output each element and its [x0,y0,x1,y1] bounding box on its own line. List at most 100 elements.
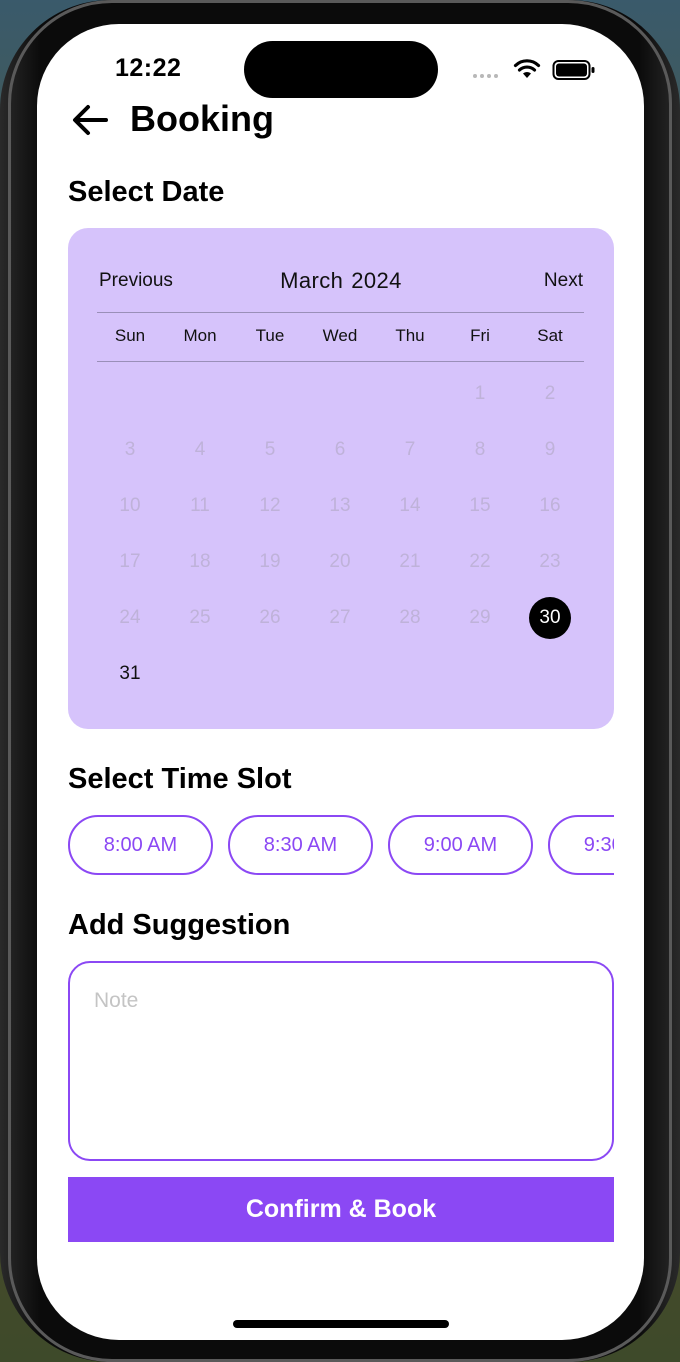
calendar-month-year: March 2024 [68,268,614,294]
weekday-label: Tue [255,326,285,345]
calendar-day: 15 [445,478,515,534]
calendar-day-number: 29 [469,607,491,628]
calendar-day: 20 [305,534,375,590]
calendar-day-number: 17 [119,551,141,572]
calendar-day: 12 [235,478,305,534]
calendar-day-number: 15 [469,495,491,516]
calendar-blank [305,366,375,422]
time-slot-list: 8:00 AM8:30 AM9:00 AM9:30 AM [68,815,614,877]
select-time-slot-heading: Select Time Slot [68,763,292,795]
calendar-day-number: 16 [539,495,561,516]
battery-icon [552,60,595,80]
calendar-day-number: 28 [399,607,421,628]
calendar-day-number: 20 [329,551,351,572]
calendar-day: 17 [95,534,165,590]
weekday-header: Sun Mon Tue Wed Thu Fri Sat [95,326,585,346]
calendar-day: 21 [375,534,445,590]
calendar-day-number: 5 [264,439,276,460]
calendar-day-selected[interactable]: 30 [515,590,585,646]
calendar-day: 26 [235,590,305,646]
calendar: Previous March 2024 Next Sun Mon Tue Wed Thu F… [68,228,614,729]
calendar-day: 7 [375,422,445,478]
back-arrow-icon[interactable] [70,102,110,138]
calendar-day-number: 14 [399,495,421,516]
calendar-day[interactable]: 31 [95,646,165,702]
calendar-day: 13 [305,478,375,534]
home-indicator [233,1320,449,1328]
weekday-label: Wed [322,326,358,345]
status-time: 12:22 [115,54,182,82]
calendar-day-number: 18 [189,551,211,572]
add-suggestion-heading: Add Suggestion [68,909,291,941]
calendar-day: 22 [445,534,515,590]
time-slot-button[interactable]: 9:00 AM [388,815,533,875]
calendar-day-number: 31 [119,663,141,684]
time-slot-button[interactable]: 9:30 AM [548,815,614,875]
calendar-day-number: 8 [474,439,486,460]
calendar-day: 28 [375,590,445,646]
time-slot-button[interactable]: 8:30 AM [228,815,373,875]
page-title: Booking [130,98,274,139]
calendar-day-number: 30 [529,597,571,639]
weekday-label: Sat [537,326,563,345]
calendar-day: 29 [445,590,515,646]
app-screen: 12:22 Booking Select Date Previous March… [37,24,644,1340]
calendar-day-number: 9 [544,439,556,460]
calendar-next-button[interactable]: Next [544,270,583,292]
calendar-day: 23 [515,534,585,590]
calendar-day: 5 [235,422,305,478]
signal-icon [473,74,498,78]
calendar-day: 4 [165,422,235,478]
calendar-day-number: 13 [329,495,351,516]
calendar-day-number: 24 [119,607,141,628]
calendar-day-number: 2 [544,383,556,404]
calendar-day-number: 19 [259,551,281,572]
calendar-day: 24 [95,590,165,646]
calendar-day: 2 [515,366,585,422]
calendar-days-grid: 1 2 3 4 5 6 7 8 9 10 11 12 13 14 15 16 17 18 19 20 21 22 23 24 2… [95,366,585,702]
calendar-day: 1 [445,366,515,422]
calendar-day-number: 11 [190,495,210,516]
calendar-day: 14 [375,478,445,534]
calendar-day: 10 [95,478,165,534]
calendar-day: 27 [305,590,375,646]
calendar-blank [165,366,235,422]
calendar-day: 8 [445,422,515,478]
note-input[interactable] [94,989,594,1013]
calendar-divider [97,361,584,362]
calendar-day: 9 [515,422,585,478]
calendar-day-number: 25 [189,607,211,628]
calendar-blank [375,366,445,422]
weekday-label: Fri [470,326,490,345]
calendar-day-number: 23 [539,551,561,572]
calendar-day-number: 3 [124,439,136,460]
weekday-label: Thu [395,326,425,345]
calendar-day-number: 22 [469,551,491,572]
confirm-book-button[interactable]: Confirm & Book [68,1177,614,1242]
weekday-label: Sun [114,326,146,345]
calendar-blank [235,366,305,422]
calendar-year: 2024 [351,268,402,293]
calendar-day: 25 [165,590,235,646]
time-slot-button[interactable]: 8:00 AM [68,815,213,875]
wifi-icon [513,59,541,78]
calendar-day-number: 12 [259,495,281,516]
calendar-day-number: 26 [259,607,281,628]
calendar-day-number: 4 [194,439,206,460]
calendar-day: 16 [515,478,585,534]
calendar-day-number: 6 [334,439,346,460]
calendar-day: 11 [165,478,235,534]
calendar-month: March [280,268,344,293]
calendar-day-number: 7 [404,439,416,460]
weekday-label: Mon [183,326,217,345]
calendar-day-number: 21 [399,551,421,572]
select-date-heading: Select Date [68,176,225,208]
dynamic-island [244,41,438,98]
calendar-day-number: 1 [474,383,486,404]
calendar-day: 6 [305,422,375,478]
note-field[interactable] [68,961,614,1161]
calendar-blank [95,366,165,422]
calendar-day-number: 27 [329,607,351,628]
calendar-day: 3 [95,422,165,478]
calendar-day: 18 [165,534,235,590]
